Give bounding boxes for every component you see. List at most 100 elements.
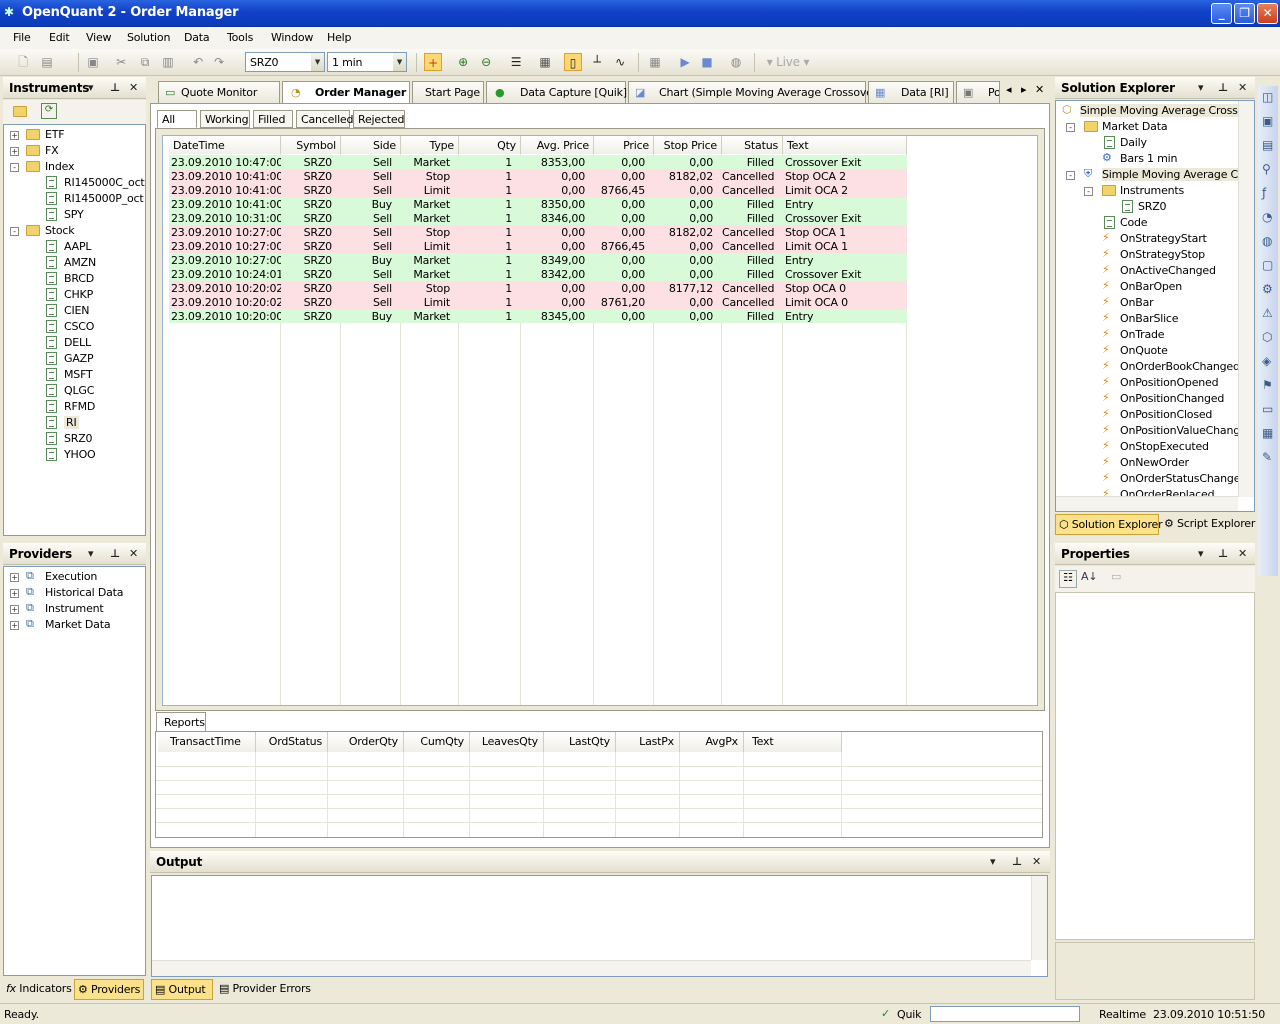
- tab-indicators[interactable]: fx Indicators: [3, 979, 73, 1000]
- side-tool-icon[interactable]: ▢: [1262, 258, 1273, 272]
- provider-node[interactable]: + ⧉ Execution: [4, 569, 144, 585]
- solution-node[interactable]: ⚡ OnOrderBookChanged: [1056, 359, 1241, 375]
- expand-icon[interactable]: +: [10, 131, 19, 140]
- solution-node[interactable]: ⚡ OnPositionChanged: [1056, 391, 1241, 407]
- table-row[interactable]: 23.09.2010 10:20:02 SRZ0 Sell Limit 1 0,00 876…: [169, 295, 907, 309]
- properties-grid[interactable]: [1055, 592, 1255, 940]
- provider-node[interactable]: + ⧉ Instrument: [4, 601, 144, 617]
- tab-chart[interactable]: ◪ Chart (Simple Moving Average Crossover): [628, 81, 881, 103]
- column-header[interactable]: Side: [341, 136, 401, 154]
- reports-grid[interactable]: TransactTime OrdStatus OrderQty CumQty Leave…: [155, 731, 1043, 838]
- crosshair-icon[interactable]: +: [424, 53, 442, 71]
- report-column-header[interactable]: AvgPx: [680, 732, 744, 752]
- redo-icon[interactable]: ↷: [210, 53, 228, 71]
- close-tab-icon[interactable]: ✕: [1035, 83, 1044, 96]
- pin-icon[interactable]: ⊥: [1012, 855, 1022, 868]
- tab-scroll-right-icon[interactable]: ▸: [1021, 83, 1027, 96]
- open-icon[interactable]: ▤: [38, 53, 56, 71]
- cut-icon[interactable]: ✂: [112, 53, 130, 71]
- side-tool-icon[interactable]: ✎: [1262, 450, 1272, 464]
- expand-icon[interactable]: -: [1066, 171, 1075, 180]
- pin-icon[interactable]: ⊥: [110, 547, 120, 560]
- menu-view[interactable]: View: [86, 31, 112, 44]
- column-header[interactable]: Type: [401, 136, 459, 154]
- close-icon[interactable]: ✕: [129, 547, 138, 560]
- solution-node[interactable]: ⚡ OnTrade: [1056, 327, 1241, 343]
- table-row[interactable]: 23.09.2010 10:27:00 SRZ0 Sell Stop 1 0,00 0,00…: [169, 225, 907, 239]
- line-chart-icon[interactable]: ∿: [611, 53, 629, 71]
- tab-quote-monitor[interactable]: ▭ Quote Monitor: [158, 81, 280, 103]
- filter-tab-working[interactable]: Working: [200, 110, 250, 128]
- column-header[interactable]: Status: [722, 136, 783, 154]
- column-header[interactable]: Price: [594, 136, 654, 154]
- tree-node-brcd[interactable]: BRCD: [4, 271, 144, 287]
- side-tool-icon[interactable]: ⚙: [1262, 282, 1273, 296]
- interval-combo[interactable]: 1 min ▼: [327, 52, 407, 72]
- column-header[interactable]: Symbol: [281, 136, 341, 154]
- tree-node-etf[interactable]: + ETF: [4, 127, 144, 143]
- save-icon[interactable]: ▣: [84, 53, 102, 71]
- property-pages-icon[interactable]: ▭: [1111, 570, 1121, 583]
- pin-icon[interactable]: ⊥: [1218, 81, 1228, 94]
- output-vscrollbar[interactable]: [1031, 876, 1047, 960]
- side-tool-icon[interactable]: ◈: [1262, 354, 1271, 368]
- solution-node[interactable]: ⚡ OnPositionValueChanged: [1056, 423, 1254, 439]
- maximize-button[interactable]: ❐: [1234, 3, 1255, 24]
- tree-node-csco[interactable]: CSCO: [4, 319, 144, 335]
- menu-data[interactable]: Data: [184, 31, 210, 44]
- solution-node[interactable]: ⚡ OnBarSlice: [1056, 311, 1241, 327]
- tree-node-srz0[interactable]: SRZ0: [4, 431, 144, 447]
- tree-node-cien[interactable]: CIEN: [4, 303, 144, 319]
- solution-node[interactable]: ⚡ OnActiveChanged: [1056, 263, 1241, 279]
- tab-solution-explorer[interactable]: ⬡ Solution Explorer: [1055, 514, 1163, 535]
- column-header[interactable]: DateTime: [169, 136, 281, 154]
- grid-icon[interactable]: ▦: [536, 53, 554, 71]
- tree-node-ri[interactable]: RI: [4, 415, 144, 431]
- add-folder-icon[interactable]: [11, 104, 37, 120]
- menu-file[interactable]: File: [13, 31, 31, 44]
- close-button[interactable]: ✕: [1257, 3, 1278, 24]
- expand-icon[interactable]: +: [10, 621, 19, 630]
- menu-tools[interactable]: Tools: [227, 31, 253, 44]
- report-column-header[interactable]: OrdStatus: [256, 732, 328, 752]
- side-tool-icon[interactable]: ⚑: [1262, 378, 1273, 392]
- tree-node-fx[interactable]: + FX: [4, 143, 144, 159]
- solution-node[interactable]: ⚡ OnStrategyStop: [1056, 247, 1241, 263]
- tree-node-aapl[interactable]: AAPL: [4, 239, 144, 255]
- tab-output[interactable]: ▤ Output: [151, 979, 213, 1000]
- tab-script-explorer[interactable]: ⚙ Script Explorer: [1161, 514, 1255, 535]
- table-row[interactable]: 23.09.2010 10:41:00 SRZ0 Sell Limit 1 0,00 876…: [169, 183, 907, 197]
- expand-icon[interactable]: -: [1066, 123, 1075, 132]
- tab-order-manager[interactable]: ◔ Order Manager: [282, 81, 410, 104]
- tab-provider-errors[interactable]: ▤ Provider Errors: [216, 979, 316, 1000]
- live-button[interactable]: ▾ Live ▾: [762, 53, 814, 71]
- table-row[interactable]: 23.09.2010 10:27:00 SRZ0 Buy Market 1 8349,00…: [169, 253, 907, 267]
- play-icon[interactable]: ▶: [676, 53, 694, 71]
- expand-icon[interactable]: +: [10, 147, 19, 156]
- column-header[interactable]: Text: [783, 136, 907, 154]
- refresh-icon[interactable]: ⟳: [41, 103, 57, 119]
- calendar-icon[interactable]: ▦: [646, 53, 664, 71]
- solution-hscrollbar[interactable]: [1056, 496, 1238, 511]
- tree-node-amzn[interactable]: AMZN: [4, 255, 144, 271]
- solution-node[interactable]: - Instruments: [1056, 183, 1241, 199]
- orders-grid[interactable]: DateTime Symbol Side Type Qty Avg. Price Price…: [162, 135, 1038, 706]
- menu-solution[interactable]: Solution: [127, 31, 170, 44]
- side-tool-icon[interactable]: ▭: [1262, 402, 1273, 416]
- pin-icon[interactable]: ⊥: [110, 81, 120, 94]
- paste-icon[interactable]: ▥: [159, 53, 177, 71]
- solution-node[interactable]: ⬡ Simple Moving Average Crossover: [1056, 103, 1254, 119]
- categorized-icon[interactable]: ☷: [1059, 570, 1077, 588]
- table-row[interactable]: 23.09.2010 10:20:00 SRZ0 Buy Market 1 8345,00…: [169, 309, 907, 323]
- solution-node[interactable]: ⚡ OnStopExecuted: [1056, 439, 1241, 455]
- solution-node[interactable]: Daily: [1056, 135, 1241, 151]
- tree-node-dell[interactable]: DELL: [4, 335, 144, 351]
- side-tool-icon[interactable]: ▦: [1262, 426, 1273, 440]
- side-tool-icon[interactable]: ƒ: [1262, 186, 1266, 200]
- tree-node-index[interactable]: - Index: [4, 159, 144, 175]
- table-row[interactable]: 23.09.2010 10:41:00 SRZ0 Sell Stop 1 0,00 0,00…: [169, 169, 907, 183]
- solution-node[interactable]: ⚡ OnOrderStatusChanged: [1056, 471, 1247, 487]
- tab-start-page[interactable]: Start Page: [412, 81, 484, 103]
- report-column-header[interactable]: TransactTime: [158, 732, 256, 752]
- provider-node[interactable]: + ⧉ Market Data: [4, 617, 144, 633]
